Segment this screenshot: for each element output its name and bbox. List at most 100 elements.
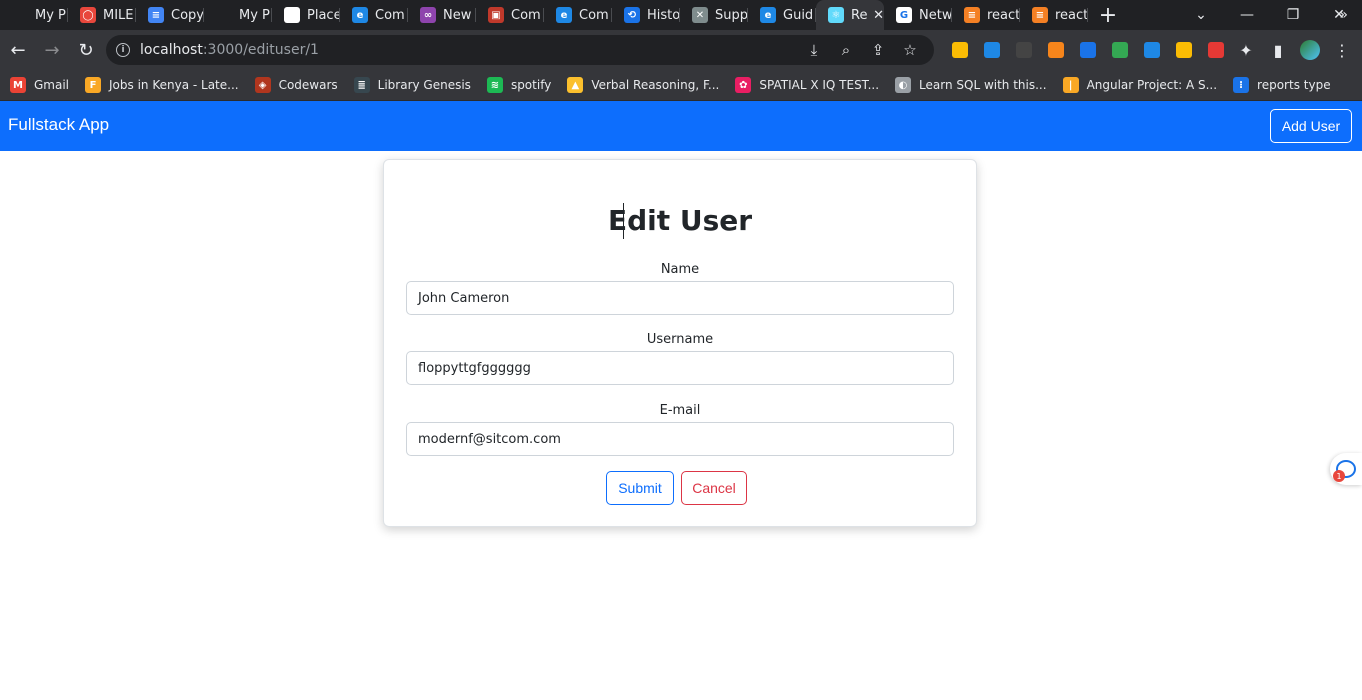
bookmark-label: Jobs in Kenya - Late... [109, 78, 239, 92]
tab-title: Netw [919, 7, 952, 23]
forward-button[interactable]: → [36, 34, 68, 66]
more-bookmarks-icon[interactable]: » [1339, 7, 1348, 23]
browser-tab[interactable]: e Com [340, 0, 408, 30]
browser-tab[interactable]: ⟲ Histo [612, 0, 680, 30]
browser-tab[interactable]: e Com [544, 0, 612, 30]
tab-favicon-icon [284, 7, 300, 23]
url-host: localhost [140, 42, 203, 58]
bookmark-favicon-icon: ✿ [735, 77, 752, 93]
drive-ext-icon[interactable] [1104, 42, 1136, 58]
text-caret [623, 203, 624, 239]
extensions-area [944, 30, 1232, 70]
chrome-ext-icon[interactable] [1168, 42, 1200, 58]
bookmark-item[interactable]: ▲ Verbal Reasoning, F... [567, 77, 719, 93]
bookmarks-bar: M Gmail F Jobs in Kenya - Late... ◈ Codewars ≣… [0, 70, 1362, 101]
fi-ext-icon[interactable] [976, 42, 1008, 58]
bookmark-favicon-icon: ≣ [353, 77, 370, 93]
restore-button[interactable]: ❐ [1270, 0, 1316, 30]
tab-title: Com [579, 7, 609, 23]
bookmark-item[interactable]: ⁝ reports type [1233, 77, 1331, 93]
browser-tab[interactable]: ▣ Com [476, 0, 544, 30]
install-app-icon[interactable]: ⤓ [798, 41, 830, 59]
bookmark-label: reports type [1257, 78, 1331, 92]
tab-favicon-icon: ✕ [692, 7, 708, 23]
add-user-button[interactable]: Add User [1270, 109, 1352, 143]
bookmark-item[interactable]: ≋ spotify [486, 77, 551, 93]
tab-favicon-icon: ⚛ [828, 7, 844, 23]
share-icon[interactable]: ⇪ [862, 41, 894, 59]
x-ext-icon[interactable] [1008, 42, 1040, 58]
bookmark-favicon-icon: M [10, 77, 26, 93]
site-info-icon[interactable]: i [116, 43, 130, 57]
tab-title: MILE [103, 7, 134, 23]
tab-title: Copy [171, 7, 204, 23]
metamask-icon[interactable] [1040, 42, 1072, 58]
red-ext-icon[interactable] [1200, 42, 1232, 58]
browser-tab[interactable]: ≡ react [1020, 0, 1088, 30]
bookmark-star-icon[interactable]: ☆ [894, 41, 926, 59]
browser-tab[interactable]: e Guid [748, 0, 816, 30]
back-button[interactable]: ← [2, 34, 34, 66]
bookmark-item[interactable]: M Gmail [10, 77, 69, 93]
close-tab-icon[interactable]: ✕ [873, 8, 884, 23]
bookmark-favicon-icon: ◐ [895, 77, 912, 93]
bookmark-favicon-icon: F [85, 77, 102, 93]
address-url[interactable]: localhost:3000/edituser/1 [140, 42, 319, 58]
browser-tab[interactable]: G Netw [884, 0, 952, 30]
browser-menu-icon[interactable]: ⋮ [1326, 41, 1358, 60]
extensions-puzzle-icon[interactable]: ✦ [1230, 41, 1262, 60]
tab-title: Place [307, 7, 340, 23]
reload-button[interactable]: ↻ [70, 34, 102, 66]
tab-search-icon[interactable]: ⌄ [1178, 0, 1224, 30]
tab-title: Com [511, 7, 541, 23]
tab-favicon-icon: ◯ [80, 7, 96, 23]
tab-favicon-icon: ▣ [488, 7, 504, 23]
tab-title: react [987, 7, 1020, 23]
browser-tab[interactable]: Place [272, 0, 340, 30]
tab-favicon-icon: ⟲ [624, 7, 640, 23]
bookmark-item[interactable]: ◈ Codewars [254, 77, 338, 93]
browser-tab[interactable]: My P [204, 0, 272, 30]
assistant-widget[interactable]: 1 [1330, 453, 1362, 485]
address-bar[interactable]: i localhost:3000/edituser/1 ⤓ ⌕ ⇪ ☆ [106, 35, 934, 65]
side-panel-icon[interactable]: ▮ [1262, 41, 1294, 60]
browser-tab[interactable]: ⚛ Re ✕ [816, 0, 884, 30]
bookmark-item[interactable]: ≣ Library Genesis [353, 77, 471, 93]
browser-tab[interactable]: My P [0, 0, 68, 30]
tab-title: Re [851, 7, 868, 23]
tab-title: Supp [715, 7, 748, 23]
profile-avatar[interactable] [1294, 40, 1326, 60]
omnibox-actions: ⤓ ⌕ ⇪ ☆ [798, 35, 926, 65]
browser-tab[interactable]: ✕ Supp [680, 0, 748, 30]
edit-user-card: Edit User Name John Cameron Username flo… [383, 159, 977, 527]
browser-tab[interactable]: ≡ react [952, 0, 1020, 30]
bookmark-label: SPATIAL X IQ TEST... [759, 78, 880, 92]
submit-button[interactable]: Submit [606, 471, 674, 505]
bookmark-item[interactable]: F Jobs in Kenya - Late... [85, 77, 239, 93]
app-navbar: Fullstack App Add User [0, 101, 1362, 151]
tab-title: Guid [783, 7, 814, 23]
new-tab-button[interactable]: + [1088, 0, 1128, 30]
cancel-button[interactable]: Cancel [681, 471, 747, 505]
bookmark-label: Angular Project: A S... [1086, 78, 1218, 92]
grid-ext-icon[interactable] [1072, 42, 1104, 58]
tab-favicon-icon: ≡ [964, 7, 980, 23]
bookmark-label: Library Genesis [377, 78, 471, 92]
tab-favicon-icon: e [352, 7, 368, 23]
bookmark-item[interactable]: ✿ SPATIAL X IQ TEST... [735, 77, 879, 93]
browser-tab[interactable]: ◯ MILE [68, 0, 136, 30]
notes-ext-icon[interactable] [944, 42, 976, 58]
bookmark-favicon-icon: ◈ [254, 77, 271, 93]
bookmark-item[interactable]: ◐ Learn SQL with this... [895, 77, 1047, 93]
email-field[interactable]: modernf@sitcom.com [406, 422, 954, 456]
browser-tab[interactable]: ∞ New [408, 0, 476, 30]
navbar-brand[interactable]: Fullstack App [8, 115, 109, 135]
username-field[interactable]: floppyttgfgggggg [406, 351, 954, 385]
edge-ext-icon[interactable] [1136, 42, 1168, 58]
zoom-icon[interactable]: ⌕ [830, 41, 862, 59]
tab-title: My P [35, 7, 66, 23]
bookmark-item[interactable]: | Angular Project: A S... [1062, 77, 1218, 93]
name-field[interactable]: John Cameron [406, 281, 954, 315]
browser-tab[interactable]: ≡ Copy [136, 0, 204, 30]
minimize-button[interactable]: — [1224, 0, 1270, 30]
